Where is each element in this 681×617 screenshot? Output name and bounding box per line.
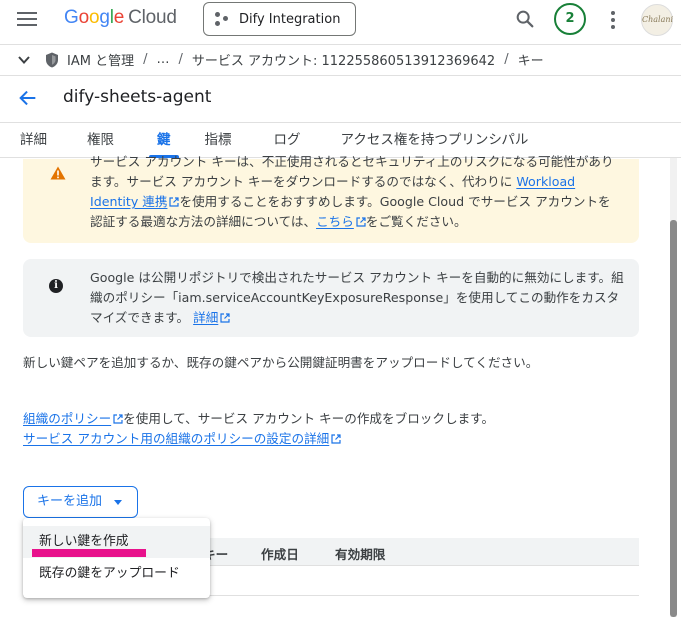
project-icon — [215, 11, 231, 27]
page-title: dify-sheets-agent — [63, 87, 212, 107]
google-cloud-logo[interactable]: Google Cloud — [64, 7, 177, 29]
key-disable-info-banner: i Google は公開リポジトリで検出されたサービス アカウント キーを自動的… — [23, 259, 639, 337]
logo-letter: G — [64, 7, 79, 28]
info-icon: i — [49, 279, 63, 293]
annotation-highlight — [32, 549, 146, 557]
dropdown-caret-icon — [114, 500, 122, 505]
logo-letter: g — [99, 7, 110, 28]
add-key-button[interactable]: キーを追加 — [23, 486, 138, 518]
back-arrow-icon[interactable] — [17, 87, 39, 109]
org-policy-details-link-label: サービス アカウント用の組織のポリシーの設定の詳細 — [23, 431, 330, 446]
top-bar: Google Cloud Dify Integration 2 Chalani — [0, 0, 681, 40]
search-icon[interactable] — [514, 8, 536, 30]
policy-text: を使用して、サービス アカウント キーの作成をブロックします。 — [123, 411, 495, 426]
warning-text-part: をご覧ください。 — [365, 214, 467, 229]
more-vert-icon[interactable] — [611, 11, 615, 29]
menu-item-upload-existing-key[interactable]: 既存の鍵をアップロード — [23, 558, 210, 590]
org-policy-link[interactable]: 組織のポリシー — [23, 411, 123, 426]
add-key-description: 新しい鍵ペアを追加するか、既存の鍵ペアから公開鍵証明書をアップロードしてください… — [23, 355, 539, 370]
warning-text: サービス アカウント キーは、不正使用されるとセキュリティ上のリスクになる可能性… — [90, 152, 622, 232]
column-header-expiry: 有効期限 — [335, 547, 386, 562]
chevron-down-icon[interactable] — [17, 53, 31, 67]
info-details-link[interactable]: 詳細 — [193, 310, 230, 325]
open-in-new-icon — [169, 197, 180, 207]
policy-description: 組織のポリシー を使用して、サービス アカウント キーの作成をブロックします。サー… — [23, 409, 543, 449]
security-warning-banner: サービス アカウント キーは、不正使用されるとセキュリティ上のリスクになる可能性… — [23, 154, 639, 243]
logo-letter: o — [78, 7, 90, 28]
breadcrumb-separator: / — [178, 52, 183, 67]
project-picker-button[interactable]: Dify Integration — [203, 2, 356, 36]
info-text-part: Google は公開リポジトリで検出されたサービス アカウント キーを自動的に無… — [90, 270, 624, 325]
info-text: Google は公開リポジトリで検出されたサービス アカウント キーを自動的に無… — [90, 268, 625, 328]
hamburger-menu-icon[interactable] — [17, 12, 37, 28]
open-in-new-icon — [331, 434, 341, 444]
title-row: dify-sheets-agent — [0, 75, 681, 121]
add-key-button-label: キーを追加 — [37, 494, 103, 509]
breadcrumb-ellipsis[interactable]: … — [156, 52, 169, 67]
org-policy-details-link[interactable]: サービス アカウント用の組織のポリシーの設定の詳細 — [23, 431, 341, 446]
column-header-created: 作成日 — [261, 547, 299, 562]
scrollbar-thumb[interactable] — [670, 220, 677, 617]
shield-icon — [46, 52, 58, 67]
notification-badge[interactable]: 2 — [554, 3, 586, 35]
logo-letter: o — [88, 7, 100, 28]
open-in-new-icon — [220, 313, 230, 323]
logo-letter: e — [113, 7, 125, 28]
breadcrumb: IAM と管理 / … / サービス アカウント: 11225586051391… — [0, 44, 681, 74]
breadcrumb-keys: キー — [517, 54, 544, 69]
logo-cloud-text: Cloud — [128, 7, 177, 28]
breadcrumb-service-account[interactable]: サービス アカウント: 112255860513912369642 — [192, 50, 495, 69]
learn-more-link-label: こちら — [316, 214, 354, 229]
info-details-link-label: 詳細 — [193, 310, 219, 325]
avatar[interactable]: Chalani — [641, 4, 673, 36]
open-in-new-icon — [356, 217, 366, 227]
add-key-dropdown-menu: 新しい鍵を作成 既存の鍵をアップロード — [23, 518, 210, 598]
learn-more-link[interactable]: こちら — [316, 214, 366, 229]
tab-details[interactable]: 詳細 — [20, 123, 47, 157]
warning-icon — [50, 166, 66, 180]
open-in-new-icon — [113, 414, 123, 424]
org-policy-link-label: 組織のポリシー — [23, 411, 112, 426]
project-name: Dify Integration — [239, 11, 341, 27]
breadcrumb-separator: / — [504, 52, 509, 67]
breadcrumb-separator: / — [143, 52, 148, 67]
scrollbar[interactable] — [670, 158, 677, 617]
breadcrumb-iam[interactable]: IAM と管理 — [67, 50, 134, 69]
